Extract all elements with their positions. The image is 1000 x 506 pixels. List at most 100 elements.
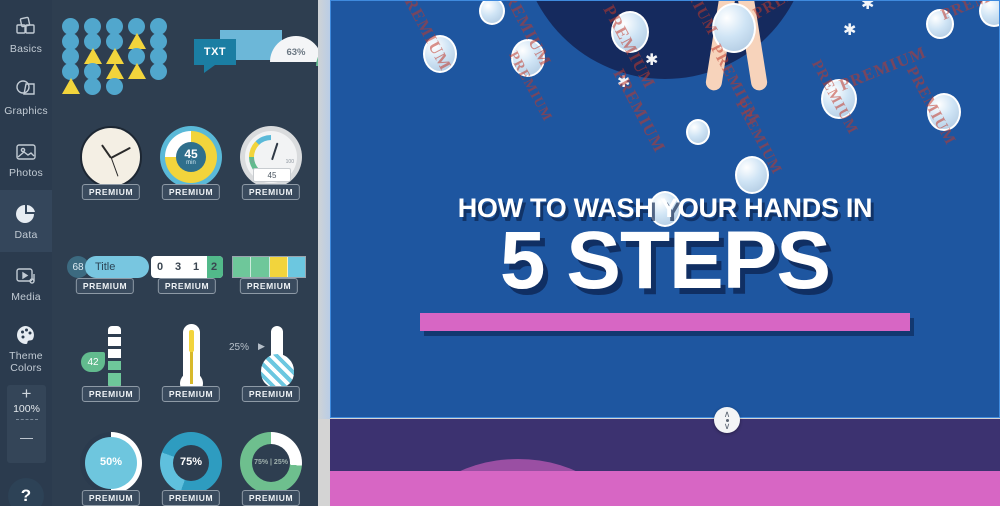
- segment: [233, 257, 252, 277]
- sidebar-item-media[interactable]: Media: [0, 252, 52, 314]
- donut-50-track: 50%: [80, 432, 142, 494]
- callout-tail: [204, 65, 215, 73]
- premium-badge: PREMIUM: [81, 490, 141, 506]
- sidebar-item-label: Data: [14, 228, 38, 241]
- help-button[interactable]: ?: [8, 478, 44, 506]
- premium-badge: PREMIUM: [239, 278, 299, 294]
- sidebar-item-data[interactable]: Data: [0, 190, 52, 252]
- thermometer-tick: [101, 370, 123, 373]
- media-icon: [14, 263, 38, 289]
- soap-bubble: [511, 39, 545, 77]
- sparkle-icon: ✱: [843, 22, 857, 39]
- zoom-slider-track[interactable]: [15, 419, 38, 421]
- dome-label: 63%: [286, 47, 306, 58]
- sidebar-item-label: Graphics: [4, 104, 48, 117]
- premium-badge: PREMIUM: [75, 278, 135, 294]
- soap-bubble: [735, 156, 769, 194]
- premium-badge: PREMIUM: [157, 278, 217, 294]
- pictogram-grid-widget[interactable]: [62, 18, 182, 95]
- segmented-bar-widget[interactable]: PREMIUM: [230, 240, 308, 294]
- sparkle-icon: ✱: [645, 52, 659, 69]
- speedometer-readout: 45: [253, 168, 291, 182]
- sidebar-item-graphics[interactable]: Graphics: [0, 66, 52, 128]
- chevron-up-icon: ∧: [723, 408, 731, 419]
- odometer-digit: 3: [174, 261, 182, 273]
- sidebar-item-basics[interactable]: Basics: [0, 4, 52, 66]
- timer-ring: 45 min: [160, 126, 222, 188]
- pictogram-triangle: [128, 63, 146, 79]
- zoom-out-button[interactable]: —: [20, 429, 33, 446]
- thermometer-ruler: 42: [81, 324, 141, 394]
- pictogram-triangle: [128, 33, 146, 49]
- donut-split-center: 75% | 25%: [252, 444, 290, 482]
- donut-50-widget[interactable]: 50% PREMIUM: [72, 424, 150, 506]
- soap-bubble: [927, 93, 961, 131]
- segment: [287, 257, 305, 277]
- thermometer-classic: [161, 324, 221, 395]
- segment: [251, 257, 270, 277]
- odometer-digit: 0: [156, 261, 164, 273]
- shapes-icon: [14, 77, 38, 103]
- timer-center: 45 min: [176, 142, 206, 172]
- pictogram-triangle: [84, 48, 102, 64]
- pictogram-circle: [106, 78, 123, 95]
- clock-hand-minute: [110, 146, 131, 159]
- segment: [269, 257, 288, 277]
- donut-split-track: 75% | 25%: [240, 432, 302, 494]
- donut-75-center: 75%: [173, 445, 209, 481]
- premium-badge: PREMIUM: [161, 184, 221, 200]
- soap-bubble: [821, 79, 857, 119]
- canvas-left-edge: [318, 0, 330, 419]
- canvas-area[interactable]: ✱ ✱ ✱ ✱ PREMIUM PREMIUM PREMIUM PREMIUM …: [318, 0, 1000, 506]
- premium-badge: PREMIUM: [161, 490, 221, 506]
- title-accent-bar: [420, 313, 910, 331]
- donut-label: 75%: [179, 456, 203, 469]
- donut-75-widget[interactable]: 75% PREMIUM: [152, 424, 230, 506]
- zoom-in-button[interactable]: +: [22, 385, 32, 402]
- soap-bubble: [611, 11, 649, 53]
- segmented-bar: [232, 256, 306, 278]
- pictogram-circle: [150, 63, 167, 80]
- sidebar-item-theme-colors[interactable]: Theme Colors: [0, 314, 52, 382]
- donut-split-widget[interactable]: 75% | 25% PREMIUM: [232, 424, 310, 506]
- title-pill-text: Title: [85, 256, 149, 278]
- clock-hand-second: [110, 157, 119, 177]
- pictogram-triangle: [106, 48, 124, 64]
- photo-icon: [14, 139, 38, 165]
- title-pill-widget[interactable]: 68 Title PREMIUM: [66, 240, 149, 294]
- thermometer-striped-widget[interactable]: 25% ▶ PREMIUM: [229, 320, 310, 402]
- soap-bubble: [686, 119, 710, 145]
- left-nav-rail: Basics Graphics Photos Data Media Theme …: [0, 0, 52, 506]
- infographic-section-body[interactable]: [330, 419, 1000, 506]
- clock-widget[interactable]: PREMIUM: [72, 118, 150, 200]
- speedometer-face: 0 100 45: [240, 126, 302, 188]
- zoom-level-value: 100%: [13, 403, 40, 415]
- thermometer-tick: [101, 334, 123, 337]
- section-divider-handle[interactable]: ∧ ∨: [714, 407, 740, 433]
- header-circle-backdrop: [520, 1, 810, 79]
- zoom-control[interactable]: + 100% —: [7, 385, 46, 463]
- thermometer-classic-widget[interactable]: PREMIUM: [152, 320, 230, 402]
- clock-face: [80, 126, 142, 188]
- blocks-icon: [14, 15, 38, 41]
- widget-panel: TXT 63% 27% PREMIUM: [52, 0, 318, 506]
- donut-label: 75% | 25%: [254, 459, 288, 467]
- palette-icon: [14, 322, 38, 348]
- timer-value: 45: [184, 146, 198, 161]
- premium-badge: PREMIUM: [81, 184, 141, 200]
- odometer-widget[interactable]: 0 3 1 2 PREMIUM: [148, 240, 226, 294]
- premium-badge: PREMIUM: [241, 386, 301, 402]
- speedometer-max-label: 100: [285, 159, 294, 165]
- thermometer-bulb-striped: [261, 354, 294, 388]
- premium-badge: PREMIUM: [81, 386, 141, 402]
- sidebar-item-photos[interactable]: Photos: [0, 128, 52, 190]
- speedometer-widget[interactable]: 0 100 45 PREMIUM: [232, 118, 310, 200]
- sidebar-item-label: Media: [11, 290, 41, 303]
- soap-bubble-main: [712, 3, 756, 53]
- infographic-section-header[interactable]: ✱ ✱ ✱ ✱ PREMIUM PREMIUM PREMIUM PREMIUM …: [330, 0, 1000, 418]
- timer-donut-widget[interactable]: 45 min PREMIUM: [152, 118, 230, 200]
- premium-badge: PREMIUM: [241, 490, 301, 506]
- thermometer-value-label: 25%: [229, 342, 250, 353]
- premium-badge: PREMIUM: [161, 386, 221, 402]
- thermometer-ruler-widget[interactable]: 42 PREMIUM: [72, 320, 150, 402]
